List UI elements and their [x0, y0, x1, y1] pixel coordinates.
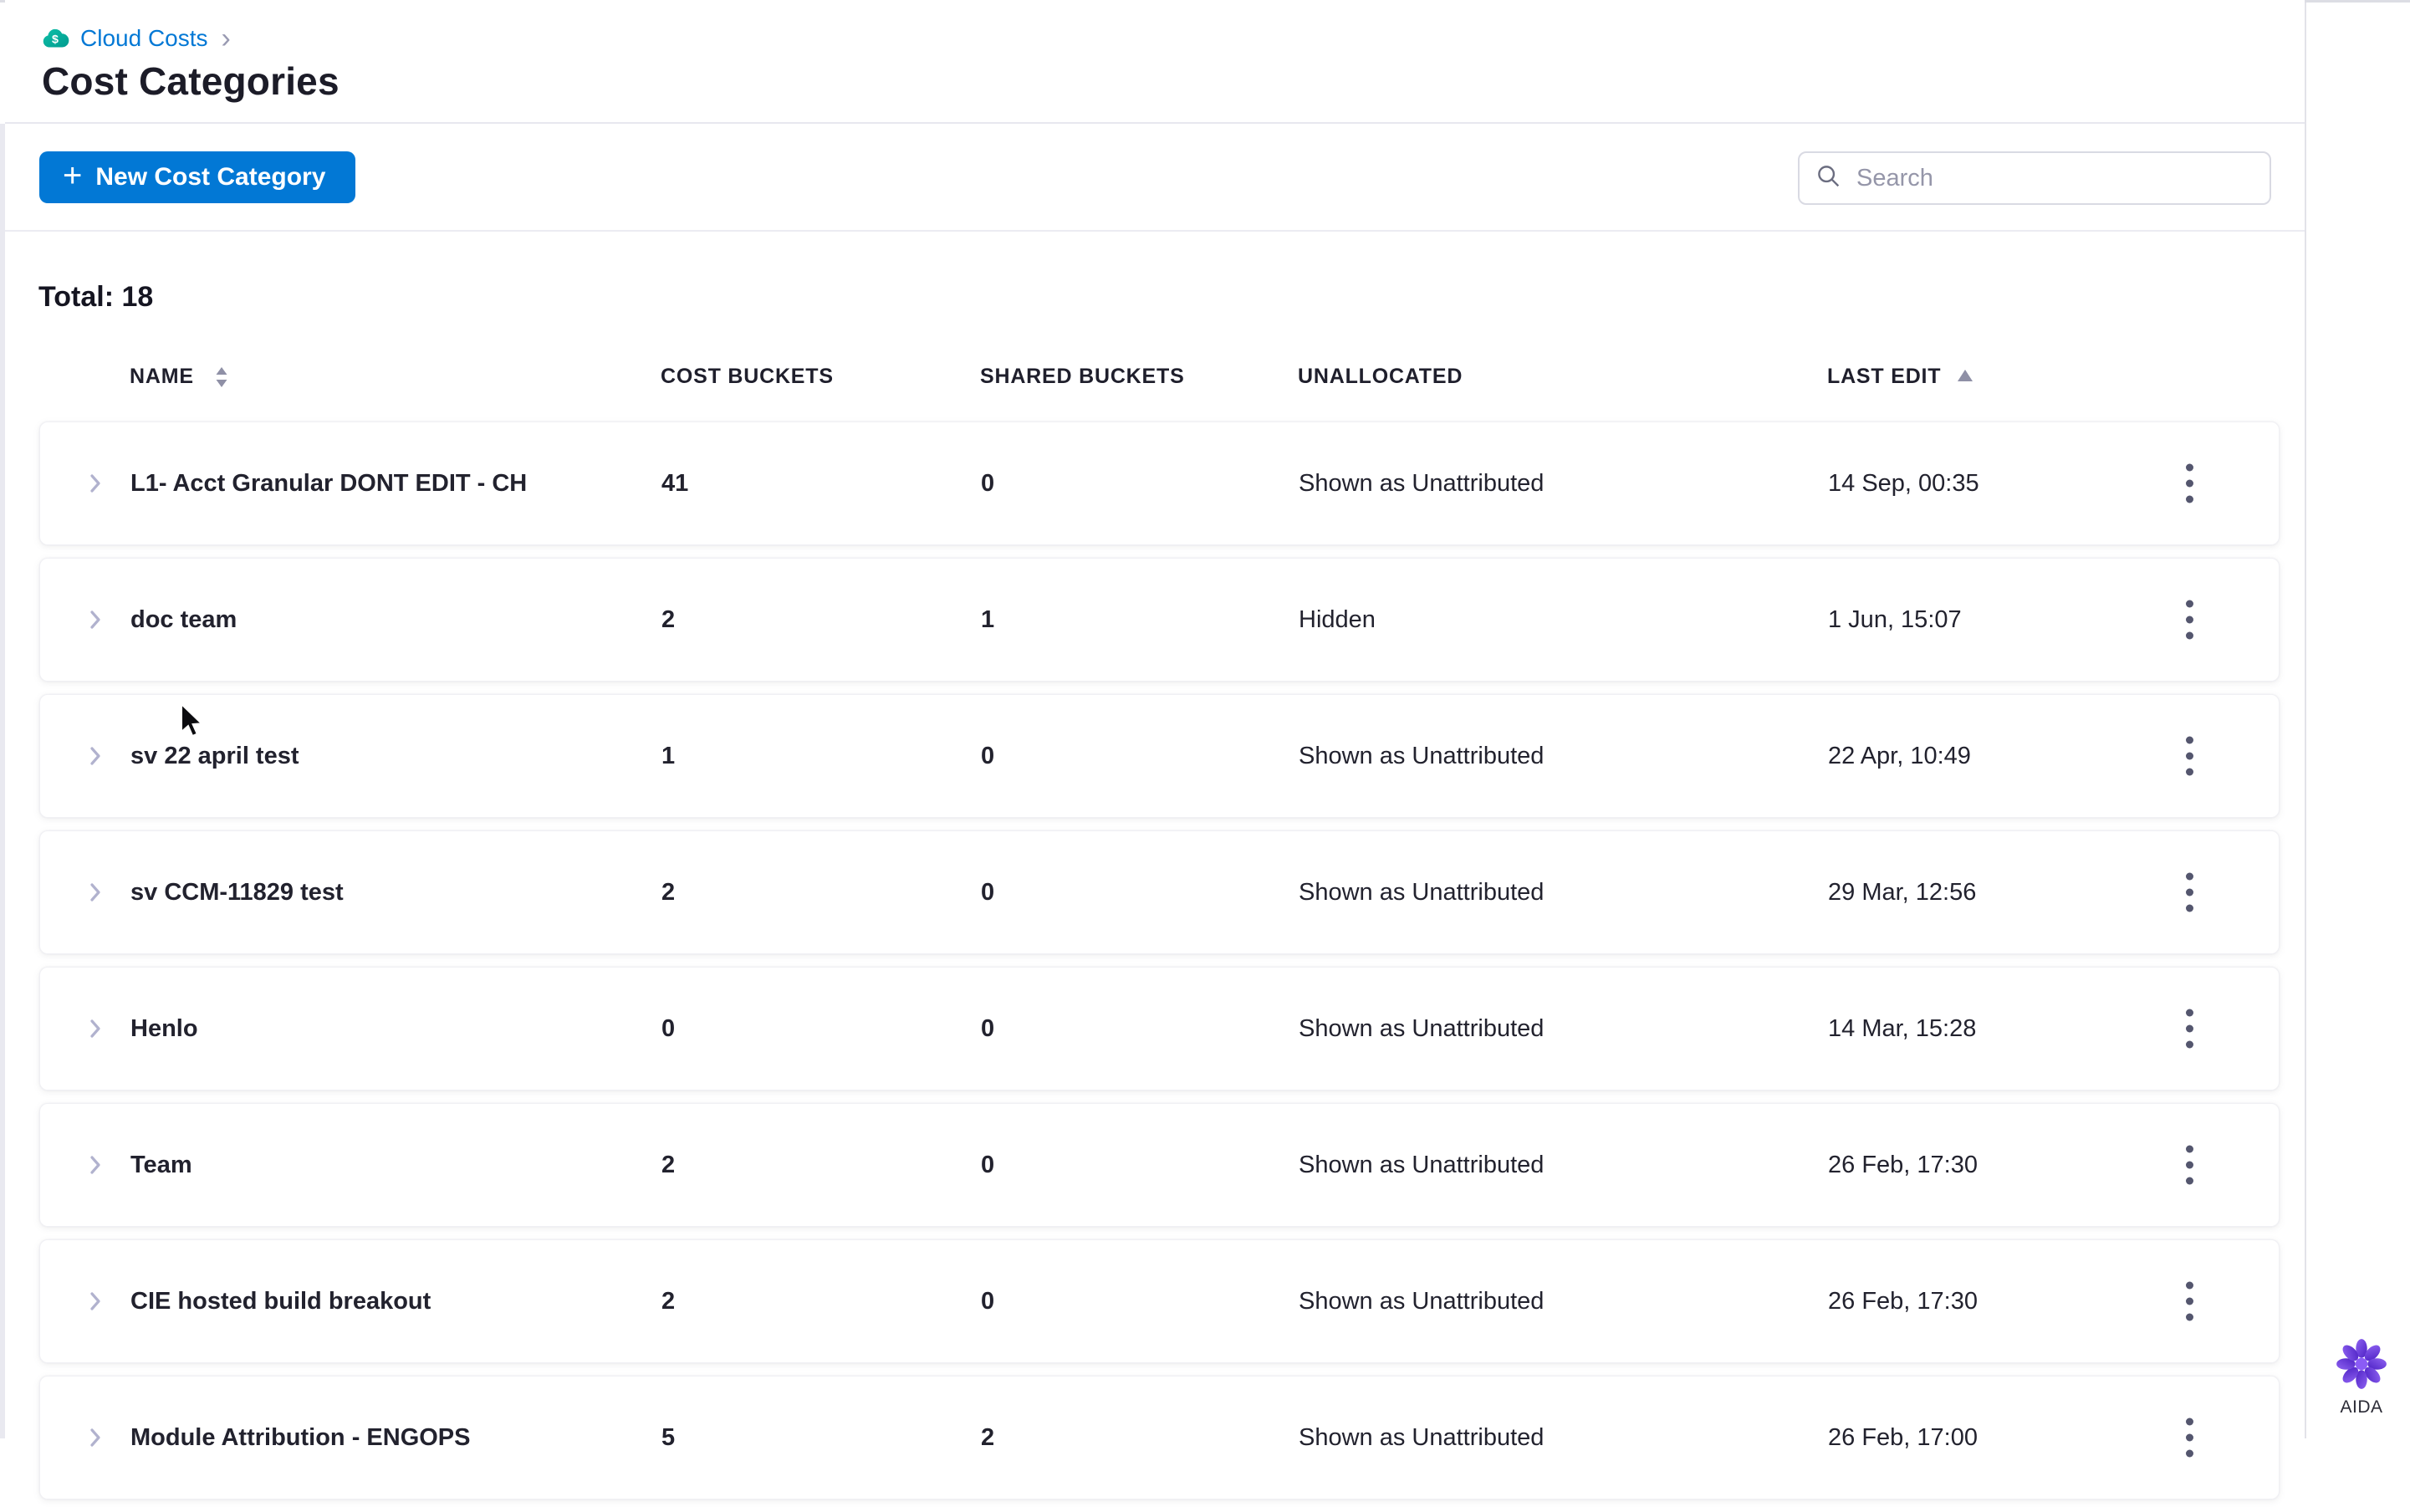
search-box[interactable]: [1798, 151, 2271, 205]
expand-chevron-icon[interactable]: [85, 1425, 130, 1450]
aida-label: AIDA: [2340, 1397, 2383, 1417]
row-name: sv 22 april test: [130, 742, 299, 769]
total-count: Total: 18: [38, 281, 153, 314]
new-cost-category-label: New Cost Category: [95, 163, 326, 191]
row-unallocated: Shown as Unattributed: [1299, 1151, 1545, 1178]
row-last-edit: 26 Feb, 17:00: [1828, 1423, 1978, 1451]
column-header-name[interactable]: NAME: [130, 365, 194, 389]
row-name: Henlo: [130, 1014, 198, 1042]
row-unallocated: Shown as Unattributed: [1299, 1014, 1545, 1042]
row-cost-buckets: 2: [661, 605, 676, 633]
toolbar: + New Cost Category: [5, 125, 2305, 232]
page-title: Cost Categories: [42, 59, 340, 103]
row-name: sv CCM-11829 test: [130, 878, 344, 906]
row-name: Team: [130, 1151, 192, 1178]
row-shared-buckets: 0: [981, 878, 995, 906]
cost-category-row[interactable]: Team 2 0 Shown as Unattributed 26 Feb, 1…: [39, 1103, 2280, 1227]
row-shared-buckets: 0: [981, 469, 995, 497]
expand-chevron-icon[interactable]: [85, 1016, 130, 1041]
expand-chevron-icon[interactable]: [85, 607, 130, 632]
row-shared-buckets: 0: [981, 1014, 995, 1042]
row-menu-button[interactable]: [2178, 592, 2202, 648]
cost-category-row[interactable]: Henlo 0 0 Shown as Unattributed 14 Mar, …: [39, 967, 2280, 1091]
row-menu-button[interactable]: [2178, 728, 2202, 784]
cost-category-row[interactable]: Module Attribution - ENGOPS 5 2 Shown as…: [39, 1376, 2280, 1499]
row-last-edit: 26 Feb, 17:30: [1828, 1151, 1978, 1178]
row-menu-button[interactable]: [2178, 1001, 2202, 1057]
row-cost-buckets: 2: [661, 878, 676, 906]
row-last-edit: 26 Feb, 17:30: [1828, 1287, 1978, 1315]
content-right-divider: [2305, 3, 2306, 1438]
table-header: NAME COST BUCKETS SHARED BUCKETS UNALLOC…: [0, 365, 2305, 390]
expand-chevron-icon[interactable]: [85, 880, 130, 905]
cost-category-row[interactable]: CIE hosted build breakout 2 0 Shown as U…: [39, 1239, 2280, 1363]
row-menu-button[interactable]: [2178, 1410, 2202, 1466]
total-value: 18: [121, 281, 154, 313]
expand-chevron-icon[interactable]: [85, 1289, 130, 1314]
expand-chevron-icon[interactable]: [85, 743, 130, 769]
aida-widget[interactable]: AIDA: [2318, 1336, 2405, 1418]
new-cost-category-button[interactable]: + New Cost Category: [39, 151, 356, 203]
cost-category-list: L1- Acct Granular DONT EDIT - CH 41 0 Sh…: [39, 421, 2280, 1512]
row-shared-buckets: 0: [981, 1151, 995, 1178]
row-cost-buckets: 0: [661, 1014, 676, 1042]
row-name: CIE hosted build breakout: [130, 1287, 431, 1315]
row-cost-buckets: 5: [661, 1423, 676, 1451]
row-cost-buckets: 1: [661, 742, 676, 769]
plus-icon: +: [63, 157, 83, 194]
row-shared-buckets: 0: [981, 742, 995, 769]
row-shared-buckets: 0: [981, 1287, 995, 1315]
breadcrumb: $ Cloud Costs ›: [40, 23, 231, 54]
row-menu-button[interactable]: [2178, 1137, 2202, 1193]
row-last-edit: 14 Sep, 00:35: [1828, 469, 1979, 497]
row-last-edit: 14 Mar, 15:28: [1828, 1014, 1977, 1042]
column-header-cost-buckets[interactable]: COST BUCKETS: [661, 365, 834, 389]
row-unallocated: Shown as Unattributed: [1299, 1423, 1545, 1451]
cloud-costs-icon: $: [40, 23, 70, 54]
breadcrumb-link-cloud-costs[interactable]: Cloud Costs: [80, 25, 208, 52]
left-edge-strip: [0, 124, 5, 1438]
row-unallocated: Shown as Unattributed: [1299, 469, 1545, 497]
row-last-edit: 29 Mar, 12:56: [1828, 878, 1977, 906]
row-cost-buckets: 2: [661, 1287, 676, 1315]
aida-icon: [2336, 1339, 2387, 1389]
search-icon: [1815, 162, 1843, 195]
row-menu-button[interactable]: [2178, 1274, 2202, 1330]
row-last-edit: 1 Jun, 15:07: [1828, 605, 1962, 633]
row-name: doc team: [130, 605, 237, 633]
row-shared-buckets: 1: [981, 605, 995, 633]
search-input[interactable]: [1856, 164, 2254, 192]
breadcrumb-chevron-icon: ›: [221, 23, 231, 54]
cost-category-row[interactable]: doc team 2 1 Hidden 1 Jun, 15:07: [39, 558, 2280, 682]
column-header-last-edit[interactable]: LAST EDIT: [1827, 365, 1941, 389]
row-unallocated: Shown as Unattributed: [1299, 878, 1545, 906]
column-header-shared-buckets[interactable]: SHARED BUCKETS: [980, 365, 1185, 389]
sort-both-icon[interactable]: [212, 365, 231, 393]
row-menu-button[interactable]: [2178, 865, 2202, 921]
column-header-unallocated[interactable]: UNALLOCATED: [1298, 365, 1463, 389]
cost-category-row[interactable]: sv 22 april test 1 0 Shown as Unattribut…: [39, 694, 2280, 818]
row-unallocated: Hidden: [1299, 605, 1376, 633]
page-header: $ Cloud Costs › Cost Categories: [5, 0, 2305, 124]
cost-category-row[interactable]: L1- Acct Granular DONT EDIT - CH 41 0 Sh…: [39, 421, 2280, 545]
row-name: Module Attribution - ENGOPS: [130, 1423, 471, 1451]
row-unallocated: Shown as Unattributed: [1299, 742, 1545, 769]
expand-chevron-icon[interactable]: [85, 1152, 130, 1177]
svg-text:$: $: [52, 33, 59, 46]
row-last-edit: 22 Apr, 10:49: [1828, 742, 1971, 769]
row-shared-buckets: 2: [981, 1423, 995, 1451]
row-name: L1- Acct Granular DONT EDIT - CH: [130, 469, 528, 497]
row-cost-buckets: 2: [661, 1151, 676, 1178]
row-unallocated: Shown as Unattributed: [1299, 1287, 1545, 1315]
row-menu-button[interactable]: [2178, 456, 2202, 512]
cost-category-row[interactable]: sv CCM-11829 test 2 0 Shown as Unattribu…: [39, 830, 2280, 954]
sort-ascending-icon[interactable]: [1957, 369, 1973, 386]
total-label: Total:: [38, 281, 115, 313]
expand-chevron-icon[interactable]: [85, 471, 130, 496]
row-cost-buckets: 41: [661, 469, 689, 497]
